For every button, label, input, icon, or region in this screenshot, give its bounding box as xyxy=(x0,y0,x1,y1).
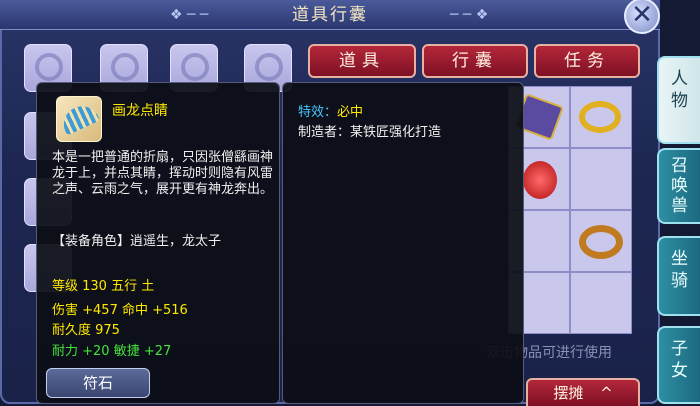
side-tab-character[interactable]: 人 物 xyxy=(657,56,700,144)
stat-durability: 耐久度 975 xyxy=(52,323,120,338)
chevron-up-icon: ^ xyxy=(600,384,613,402)
inventory-cell[interactable] xyxy=(570,86,632,148)
stat-level: 等级 130 五行 土 xyxy=(52,279,155,294)
title-ornament-right-icon: ─ ─ ❖ xyxy=(450,7,489,23)
rune-button[interactable]: 符石 xyxy=(46,368,150,398)
necklace-placeholder-icon xyxy=(111,53,139,81)
tab-bag[interactable]: 行囊 xyxy=(422,44,528,78)
window-title: 道具行囊 xyxy=(292,5,368,25)
inventory-cell[interactable] xyxy=(570,148,632,210)
title-ornament-left-icon: ❖ ─ ─ xyxy=(170,7,209,23)
stat-bonus: 耐力 +20 敏捷 +27 xyxy=(52,344,172,359)
bronze-ring-icon xyxy=(579,225,623,259)
effect-label: 特效： xyxy=(298,105,338,120)
stat-attack: 伤害 +457 命中 +516 xyxy=(52,303,188,318)
effect-value: 必中 xyxy=(337,105,364,120)
ring-placeholder-icon xyxy=(255,53,283,81)
inventory-cell[interactable] xyxy=(570,210,632,272)
folding-fan-icon xyxy=(58,100,100,136)
item-icon xyxy=(56,96,102,142)
item-description: 本是一把普通的折扇，只因张僧繇画神龙于上，并点其睛，挥动时则隐有风雷之声、云雨之… xyxy=(52,150,274,197)
red-gem-icon xyxy=(523,161,557,199)
tab-items[interactable]: 道具 xyxy=(308,44,416,78)
item-name: 画龙点睛 xyxy=(112,103,168,119)
maker-line: 制造者：某铁匠强化打造 xyxy=(298,125,442,140)
inventory-cell[interactable] xyxy=(570,272,632,334)
tab-quests[interactable]: 任务 xyxy=(534,44,640,78)
gourd-placeholder-icon xyxy=(181,53,209,81)
stall-button[interactable]: 摆摊 ^ xyxy=(526,378,640,406)
ring-placeholder-icon xyxy=(35,53,63,81)
side-tab-children[interactable]: 子 女 xyxy=(657,326,700,404)
effect-line: 特效：必中 xyxy=(298,101,363,120)
equip-role: 【装备角色】逍遥生，龙太子 xyxy=(52,234,222,249)
stall-button-label: 摆摊 xyxy=(553,384,584,402)
side-tab-mount[interactable]: 坐 骑 xyxy=(657,236,700,316)
side-tab-pet[interactable]: 召 唤 兽 xyxy=(657,148,700,224)
gold-bracelet-icon xyxy=(579,101,621,133)
